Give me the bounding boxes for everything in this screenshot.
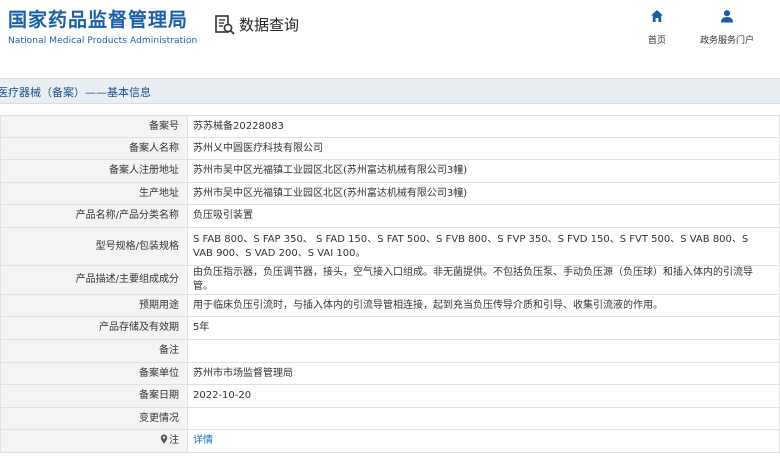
table-row: 产品存储及有效期 5年 [0,316,780,340]
brand-name-cn: 国家药品监督管理局 [8,9,189,31]
row-label: 备注 [0,339,188,363]
table-row: 备案人名称 苏州乂中圆医疗科技有限公司 [0,137,780,160]
table-row: 备案人注册地址 苏州市吴中区光福镇工业园区北区(苏州富达机械有限公司3幢) [0,159,780,183]
location-pin-icon [160,434,168,444]
row-label: 备案人注册地址 [0,159,188,183]
row-value: 由负压指示器，负压调节器，接头，空气接入口组成。非无菌提供。不包括负压泵、手动负… [187,265,780,295]
table-row: 备案号 苏苏械备20228083 [0,115,780,138]
row-value [187,339,780,363]
row-label: 产品存储及有效期 [0,316,188,340]
row-label-note: 注 [0,429,188,453]
row-value: 详情 [187,429,780,453]
data-query-label: 数据查询 [239,16,300,34]
row-value: 苏州乂中圆医疗科技有限公司 [187,137,780,160]
row-label: 备案单位 [0,362,188,385]
table-row: 备案日期 2022-10-20 [0,384,780,408]
row-label: 预期用途 [0,294,188,317]
row-value: 苏州市市场监督管理局 [187,362,780,385]
record-info-table: 备案号 苏苏械备20228083 备案人名称 苏州乂中圆医疗科技有限公司 备案人… [0,115,780,453]
document-search-icon [214,14,236,36]
note-label-text: 注 [169,435,179,446]
table-row: 注 详情 [0,429,780,453]
nav-gov-services-label: 政务服务门户 [700,36,755,46]
row-label: 备案日期 [0,384,188,408]
details-link[interactable]: 详情 [193,435,213,446]
row-value: 苏州市吴中区光福镇工业园区北区(苏州富达机械有限公司3幢) [187,182,780,205]
nav-home-label: 首页 [648,36,667,46]
row-label: 备案人名称 [0,137,188,160]
table-row: 预期用途 用于临床负压引流时，与插入体内的引流导管相连接，起到充当负压传导介质和… [0,294,780,317]
row-value: S FAB 800、S FAP 350、 S FAD 150、S FAT 500… [187,227,780,266]
row-label: 型号规格/包装规格 [0,227,188,266]
table-row: 备注 [0,339,780,363]
home-icon [650,8,664,27]
site-header: 国家药品监督管理局 National Medical Products Admi… [0,0,780,62]
row-value: 苏州市吴中区光福镇工业园区北区(苏州富达机械有限公司3幢) [187,159,780,183]
site-logo[interactable]: 国家药品监督管理局 National Medical Products Admi… [8,8,197,47]
row-value: 2022-10-20 [187,384,780,408]
row-value: 5年 [187,316,780,340]
row-label: 产品名称/产品分类名称 [0,204,188,228]
user-icon [720,8,734,27]
data-query-link[interactable]: 数据查询 [214,14,299,36]
row-value: 用于临床负压引流时，与插入体内的引流导管相连接，起到充当负压传导介质和引导、收集… [187,294,780,317]
row-label: 生产地址 [0,182,188,205]
section-header: 医疗器械（备案）——基本信息 [0,78,780,104]
row-value: 负压吸引装置 [187,204,780,228]
row-label: 备案号 [0,115,188,138]
row-label: 产品描述/主要组成成分 [0,265,188,295]
table-row: 备案单位 苏州市市场监督管理局 [0,362,780,385]
brand-name-en: National Medical Products Administration [8,36,198,46]
section-title: 医疗器械（备案）——基本信息 [0,86,151,99]
table-row: 生产地址 苏州市吴中区光福镇工业园区北区(苏州富达机械有限公司3幢) [0,182,780,205]
table-row: 产品名称/产品分类名称 负压吸引装置 [0,204,780,228]
row-value: 苏苏械备20228083 [187,115,780,138]
row-label: 变更情况 [0,407,188,430]
nav-gov-services[interactable]: 政务服务门户 [700,8,754,46]
table-row: 变更情况 [0,407,780,430]
nav-home[interactable]: 首页 [648,8,666,46]
row-value [187,407,780,430]
table-row: 产品描述/主要组成成分 由负压指示器，负压调节器，接头，空气接入口组成。非无菌提… [0,265,780,295]
table-row: 型号规格/包装规格 S FAB 800、S FAP 350、 S FAD 150… [0,227,780,266]
